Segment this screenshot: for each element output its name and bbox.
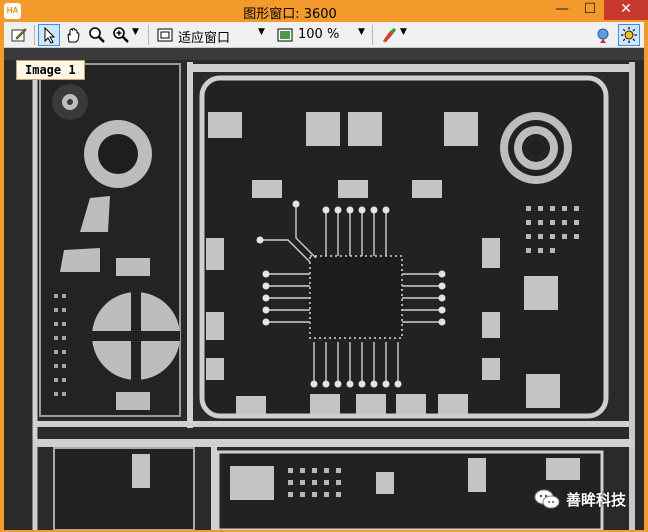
image-viewport[interactable]: Image 1 善眸科技: [4, 48, 644, 530]
close-button[interactable]: ✕: [604, 0, 648, 20]
zoom-in-icon[interactable]: [110, 24, 132, 46]
settings-sun-icon[interactable]: [618, 24, 640, 46]
window-title: 图形窗口: 3600: [243, 7, 337, 22]
watermark-text: 善眸科技: [566, 490, 627, 509]
pointer-icon[interactable]: [38, 24, 60, 46]
graphics-window: HA 图形窗口: 3600 — ☐ ✕ ▼ 适应窗口 ▼ 100 % ▼ ▼ I…: [0, 0, 648, 532]
maximize-button[interactable]: ☐: [576, 0, 604, 20]
zoom-mode-select[interactable]: 适应窗口: [178, 27, 230, 46]
zoom-tool-chevron-down-icon[interactable]: ▼: [132, 27, 139, 37]
minimize-button[interactable]: —: [548, 0, 576, 20]
color-chevron-down-icon[interactable]: ▼: [400, 27, 407, 37]
zoom-percent-icon[interactable]: [274, 24, 296, 46]
title-bar[interactable]: HA 图形窗口: 3600 — ☐ ✕: [0, 0, 648, 22]
image-label: Image 1: [16, 60, 85, 80]
magnifier-icon[interactable]: [86, 24, 108, 46]
toolbar-separator: [34, 25, 35, 45]
pan-hand-icon[interactable]: [62, 24, 84, 46]
zoom-percent-select[interactable]: 100 %: [298, 27, 339, 42]
toolbar-separator: [148, 25, 149, 45]
toolbar: ▼ 适应窗口 ▼ 100 % ▼ ▼: [4, 22, 644, 48]
zoom-mode-chevron-down-icon[interactable]: ▼: [258, 27, 265, 37]
fit-window-icon[interactable]: [154, 24, 176, 46]
toolbar-separator: [372, 25, 373, 45]
color-brush-icon[interactable]: [378, 24, 400, 46]
edit-draw-icon[interactable]: [8, 24, 30, 46]
zoom-percent-chevron-down-icon[interactable]: ▼: [358, 27, 365, 37]
watermark: 善眸科技: [534, 488, 626, 510]
wechat-icon: [534, 488, 560, 510]
pixel-info-icon[interactable]: [592, 24, 614, 46]
pcb-image: [4, 48, 644, 530]
